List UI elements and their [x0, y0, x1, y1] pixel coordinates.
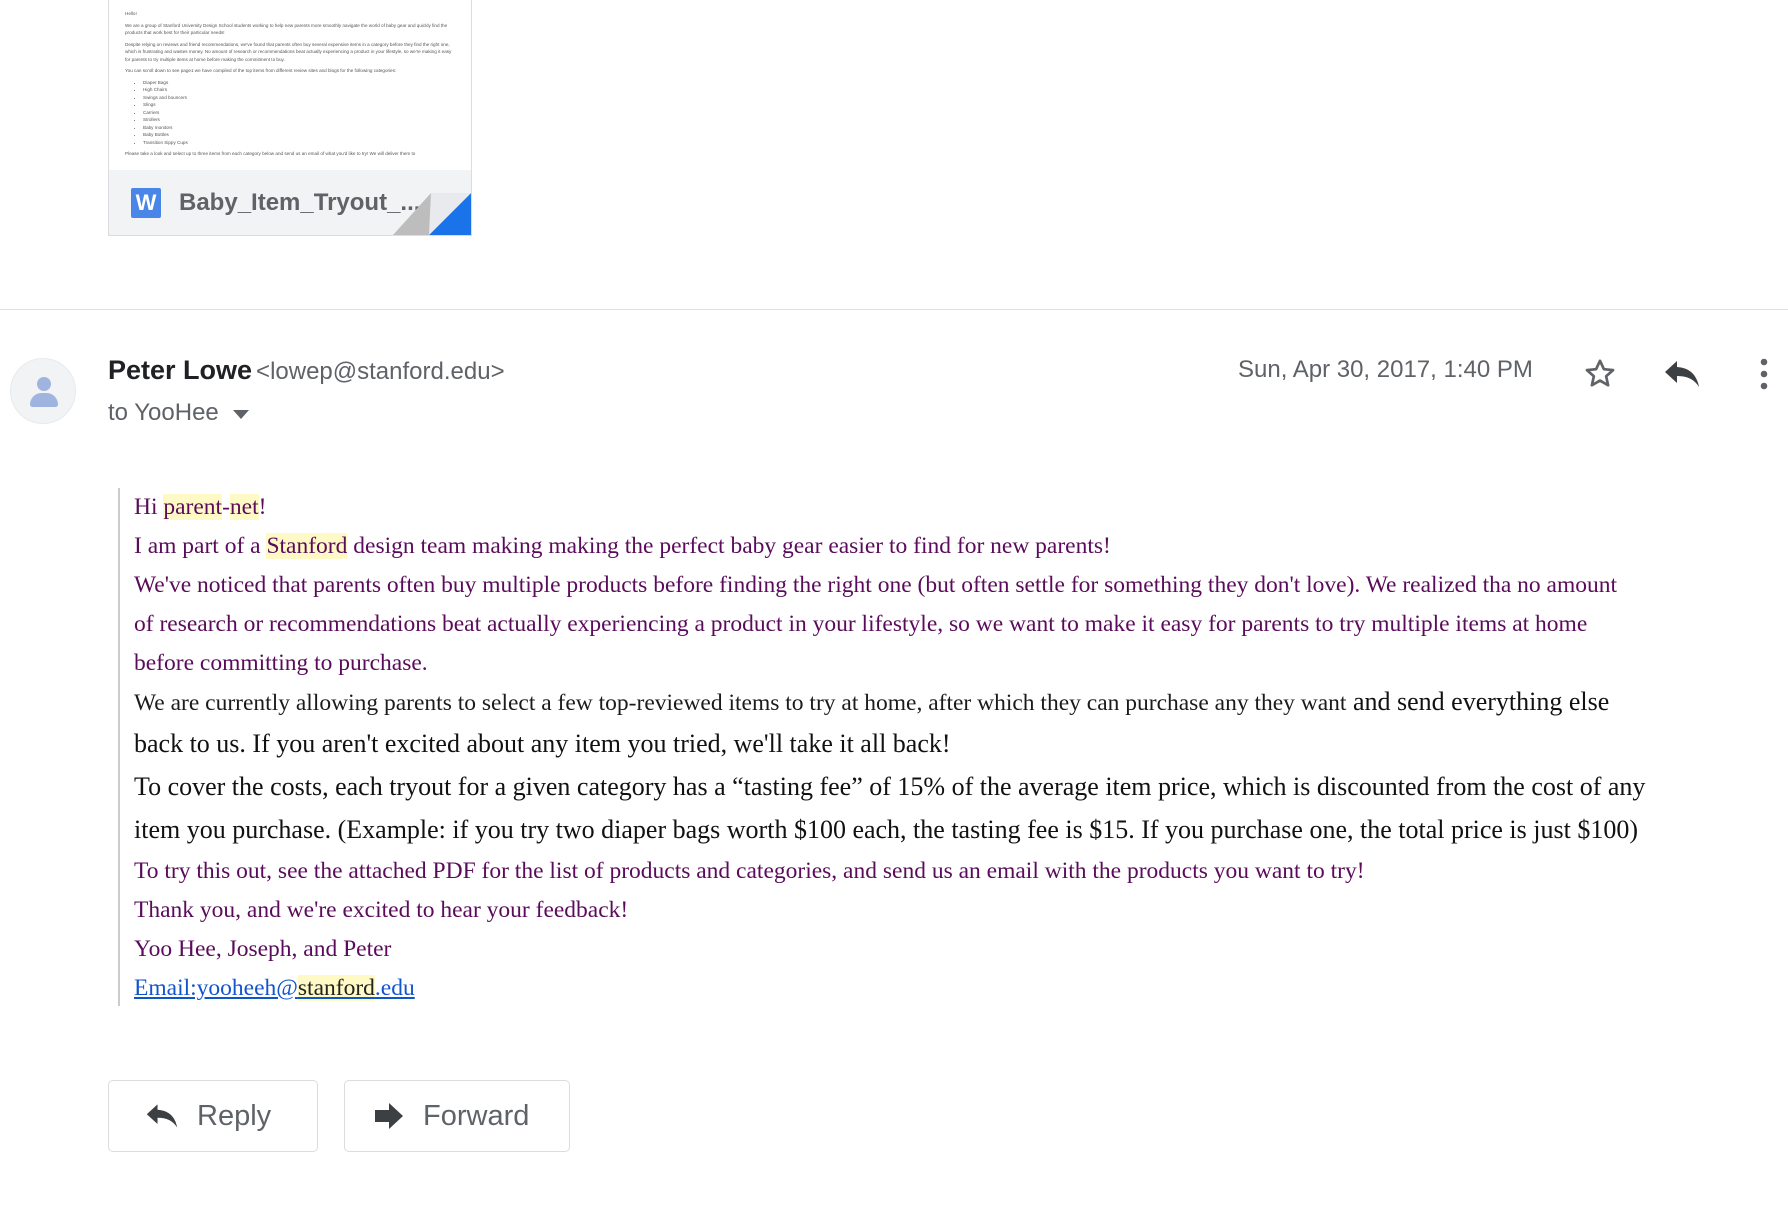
preview-category: Carriers — [143, 109, 455, 117]
attachment-card[interactable]: Hello! We are a group of Stanford Univer… — [108, 0, 472, 236]
attachment-filename: Baby_Item_Tryout_... — [179, 189, 421, 216]
body-text: and send everything else — [1346, 687, 1610, 716]
preview-category: Slings — [143, 101, 455, 109]
preview-paragraph: You can scroll down to see page1 we have… — [125, 68, 397, 73]
reply-label: Reply — [197, 1099, 272, 1132]
body-line: Thank you, and we're excited to hear you… — [134, 897, 629, 923]
body-line-process: We are currently allowing parents to sel… — [134, 687, 1609, 717]
preview-paragraph: Please take a look and select up to thre… — [125, 151, 416, 156]
message-divider — [0, 309, 1788, 310]
highlighted-term: Stanford — [266, 533, 348, 559]
sender-line: Peter Lowe <lowep@stanford.edu> — [108, 355, 505, 386]
quote-bar — [118, 488, 120, 1006]
preview-category: Baby monitors — [143, 124, 455, 132]
highlighted-term: parent — [163, 494, 223, 520]
body-line: To cover the costs, each tryout for a gi… — [134, 772, 1646, 801]
reply-icon — [146, 1104, 178, 1128]
word-document-icon: W — [131, 188, 161, 218]
page-fold-icon — [393, 193, 471, 235]
preview-category: Swings and bouncers — [143, 94, 455, 102]
email-link-text: .edu — [374, 975, 415, 1001]
preview-category: High Chairs — [143, 86, 455, 94]
body-line-signature: Yoo Hee, Joseph, and Peter — [134, 936, 392, 962]
body-line: To try this out, see the attached PDF fo… — [134, 858, 1365, 884]
body-line: item you purchase. (Example: if you try … — [134, 815, 1638, 844]
body-text: - — [222, 494, 230, 520]
body-line-intro: I am part of a Stanford design team maki… — [134, 533, 1111, 560]
forward-label: Forward — [423, 1099, 530, 1132]
body-text: I am part of a — [134, 533, 267, 559]
avatar[interactable] — [10, 358, 76, 424]
sender-name[interactable]: Peter Lowe — [108, 355, 252, 385]
avatar-body — [30, 393, 58, 407]
preview-category-list: Diaper Bags High Chairs Swings and bounc… — [135, 79, 455, 147]
preview-paragraph: Despite relying on reviews and friend re… — [125, 41, 452, 62]
body-text: design team making making the perfect ba… — [347, 533, 1111, 559]
signature-email-link[interactable]: Email:yooheeh@stanford.edu — [134, 975, 415, 1002]
recipient-dropdown[interactable]: to YooHee — [108, 399, 249, 427]
message-date: Sun, Apr 30, 2017, 1:40 PM — [1238, 356, 1533, 383]
body-line: back to us. If you aren't excited about … — [134, 729, 951, 758]
body-text: ! — [258, 494, 267, 520]
avatar-head — [37, 377, 51, 391]
recipient-label: to YooHee — [108, 399, 219, 426]
preview-category: Diaper Bags — [143, 79, 455, 87]
forward-icon — [375, 1103, 403, 1129]
highlighted-term: stanford — [297, 975, 375, 1001]
forward-button[interactable]: Forward — [344, 1080, 570, 1152]
preview-category: Baby Bottles — [143, 131, 455, 139]
body-line: of research or recommendations beat actu… — [134, 611, 1588, 637]
reply-button[interactable]: Reply — [108, 1080, 318, 1152]
preview-category: Transition Sippy Cups — [143, 139, 455, 147]
body-text: Hi — [134, 494, 164, 520]
body-line-greeting: Hi parent-net! — [134, 494, 266, 521]
preview-greeting: Hello! — [125, 11, 137, 16]
email-link[interactable]: Email:yooheeh@stanford.edu — [134, 975, 415, 1001]
body-line: before committing to purchase. — [134, 650, 428, 676]
more-options-icon[interactable] — [1742, 352, 1786, 396]
body-text: We are currently allowing parents to sel… — [134, 690, 1347, 716]
sender-email: <lowep@stanford.edu> — [256, 358, 505, 385]
body-line: We've noticed that parents often buy mul… — [134, 572, 1618, 598]
star-icon[interactable] — [1578, 352, 1622, 396]
reply-icon[interactable] — [1660, 352, 1704, 396]
highlighted-term: net — [229, 494, 259, 520]
chevron-down-icon[interactable] — [232, 409, 249, 419]
preview-paragraph: We are a group of Stanford University De… — [125, 22, 448, 36]
attachment-preview: Hello! We are a group of Stanford Univer… — [109, 0, 471, 170]
preview-category: Strollers — [143, 116, 455, 124]
email-link-text: Email:yooheeh@ — [134, 975, 298, 1001]
